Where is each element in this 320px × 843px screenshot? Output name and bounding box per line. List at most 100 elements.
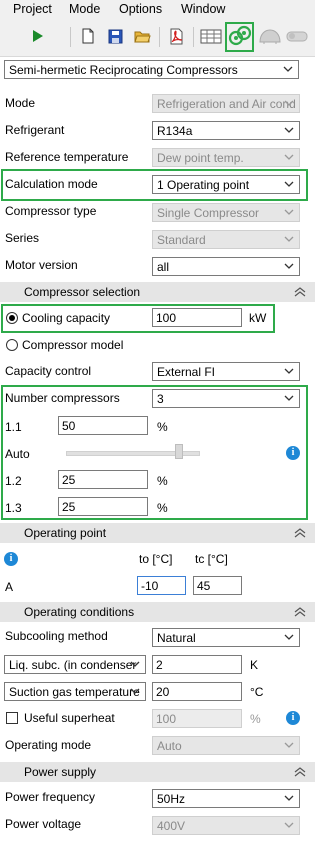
- liquid-subcooling-option: Liq. subc. (in condenser: [9, 658, 137, 672]
- power-frequency-select[interactable]: 50Hz: [152, 789, 300, 808]
- power-voltage-value: 400V: [157, 819, 186, 833]
- collapse-up-icon[interactable]: [293, 605, 307, 619]
- compressor-1-3-unit: %: [157, 501, 168, 515]
- auto-label: Auto: [5, 447, 30, 461]
- capacity-control-value: External FI: [157, 365, 216, 379]
- refrigerant-select[interactable]: R134a: [152, 121, 300, 140]
- menu-window[interactable]: Window: [181, 2, 225, 16]
- useful-superheat-checkbox[interactable]: [6, 712, 18, 724]
- compressor-model-radio[interactable]: [6, 339, 18, 351]
- cooling-capacity-radio[interactable]: [6, 312, 18, 324]
- compressor-model-label: Compressor model: [22, 338, 124, 352]
- chevron-down-icon: [284, 368, 294, 374]
- chevron-down-icon: [284, 822, 294, 828]
- series-value: Standard: [157, 233, 206, 247]
- compressor-1-3-input[interactable]: 25: [58, 497, 148, 516]
- menu-mode[interactable]: Mode: [69, 2, 100, 16]
- calculation-mode-value: 1 Operating point: [157, 178, 250, 192]
- motor-version-label: Motor version: [5, 258, 78, 272]
- evaporating-temp-input[interactable]: -10: [137, 576, 186, 595]
- new-file-icon[interactable]: [78, 26, 98, 46]
- collapse-up-icon[interactable]: [293, 526, 307, 540]
- toolbar-separator: [159, 27, 160, 47]
- save-icon[interactable]: [105, 26, 125, 46]
- unit-housing-icon[interactable]: [258, 26, 282, 46]
- menu-project[interactable]: Project: [13, 2, 52, 16]
- chevron-down-icon: [284, 263, 294, 269]
- number-compressors-select[interactable]: 3: [152, 389, 300, 408]
- operating-point-row-label: A: [5, 580, 14, 594]
- section-power-supply[interactable]: Power supply: [0, 762, 315, 782]
- product-line-value: Semi-hermetic Reciprocating Compressors: [9, 63, 238, 77]
- compressor-type-value: Single Compressor: [157, 206, 260, 220]
- chevron-down-icon: [284, 154, 294, 160]
- chevron-down-icon: [130, 661, 140, 667]
- collapse-up-icon[interactable]: [293, 285, 307, 299]
- menu-options[interactable]: Options: [119, 2, 162, 16]
- toolbar: [0, 19, 315, 57]
- power-voltage-select: 400V: [152, 816, 300, 835]
- compressor-1-3-label: 1.3: [5, 501, 22, 515]
- cooling-capacity-label: Cooling capacity: [22, 311, 111, 325]
- calculation-mode-label: Calculation mode: [5, 177, 98, 191]
- liquid-subcooling-input[interactable]: 2: [152, 655, 242, 674]
- compressor-1-1-input[interactable]: 50: [58, 416, 148, 435]
- capacity-control-select[interactable]: External FI: [152, 362, 300, 381]
- pdf-export-icon[interactable]: [166, 26, 186, 46]
- collapse-up-icon[interactable]: [293, 765, 307, 779]
- chevron-down-icon: [284, 209, 294, 215]
- chevron-down-icon: [284, 395, 294, 401]
- suction-gas-unit: °C: [250, 685, 264, 699]
- operating-mode-label: Operating mode: [5, 738, 92, 752]
- cooling-capacity-input[interactable]: 100: [152, 308, 242, 327]
- liquid-subcooling-select[interactable]: Liq. subc. (in condenser: [4, 655, 146, 674]
- product-line-select[interactable]: Semi-hermetic Reciprocating Compressors: [4, 60, 299, 79]
- motor-version-value: all: [157, 260, 170, 274]
- condensing-temp-input[interactable]: 45: [193, 576, 242, 595]
- info-icon[interactable]: i: [286, 711, 300, 725]
- mode-label: Mode: [5, 96, 36, 110]
- tc-header: tc [°C]: [195, 552, 228, 566]
- compressor-1-2-unit: %: [157, 474, 168, 488]
- series-select: Standard: [152, 230, 300, 249]
- compressor-type-select: Single Compressor: [152, 203, 300, 222]
- calculation-mode-select[interactable]: 1 Operating point: [152, 175, 300, 194]
- capacity-slider-thumb[interactable]: [175, 444, 183, 459]
- run-icon[interactable]: [28, 26, 48, 46]
- suction-gas-option: Suction gas temperature: [9, 685, 140, 699]
- motor-version-select[interactable]: all: [152, 257, 300, 276]
- chevron-down-icon: [284, 236, 294, 242]
- info-icon[interactable]: i: [286, 446, 300, 460]
- compressor-1-1-label: 1.1: [5, 420, 22, 434]
- menu-bar: Project Mode Options Window: [0, 0, 315, 19]
- compressor-rings-icon[interactable]: [228, 24, 252, 48]
- section-operating-conditions[interactable]: Operating conditions: [0, 602, 315, 622]
- reference-temperature-value: Dew point temp.: [157, 151, 244, 165]
- info-icon[interactable]: i: [4, 552, 18, 566]
- chevron-down-icon: [284, 795, 294, 801]
- toolbar-separator: [193, 27, 194, 47]
- section-compressor-selection[interactable]: Compressor selection: [0, 282, 315, 302]
- subcooling-method-select[interactable]: Natural: [152, 628, 300, 647]
- cooling-capacity-unit: kW: [249, 311, 267, 325]
- compressor-1-2-label: 1.2: [5, 474, 22, 488]
- capacity-control-label: Capacity control: [5, 364, 92, 378]
- table-view-icon[interactable]: [199, 26, 223, 46]
- mode-select: Refrigeration and Air cond: [152, 94, 300, 113]
- suction-gas-select[interactable]: Suction gas temperature: [4, 682, 146, 701]
- compressor-1-2-input[interactable]: 25: [58, 470, 148, 489]
- liquid-subcooling-unit: K: [250, 658, 259, 672]
- suction-gas-input[interactable]: 20: [152, 682, 242, 701]
- chevron-down-icon: [284, 127, 294, 133]
- compressor-type-label: Compressor type: [5, 204, 97, 218]
- condensing-unit-icon[interactable]: [284, 26, 310, 46]
- section-title: Operating point: [24, 526, 107, 540]
- power-frequency-value: 50Hz: [157, 792, 186, 806]
- useful-superheat-label: Useful superheat: [24, 711, 115, 725]
- open-folder-icon[interactable]: [132, 26, 152, 46]
- chevron-down-icon: [284, 100, 294, 106]
- useful-superheat-input: 100: [152, 709, 242, 728]
- section-operating-point[interactable]: Operating point: [0, 523, 315, 543]
- power-frequency-label: Power frequency: [5, 790, 96, 804]
- series-label: Series: [5, 231, 40, 245]
